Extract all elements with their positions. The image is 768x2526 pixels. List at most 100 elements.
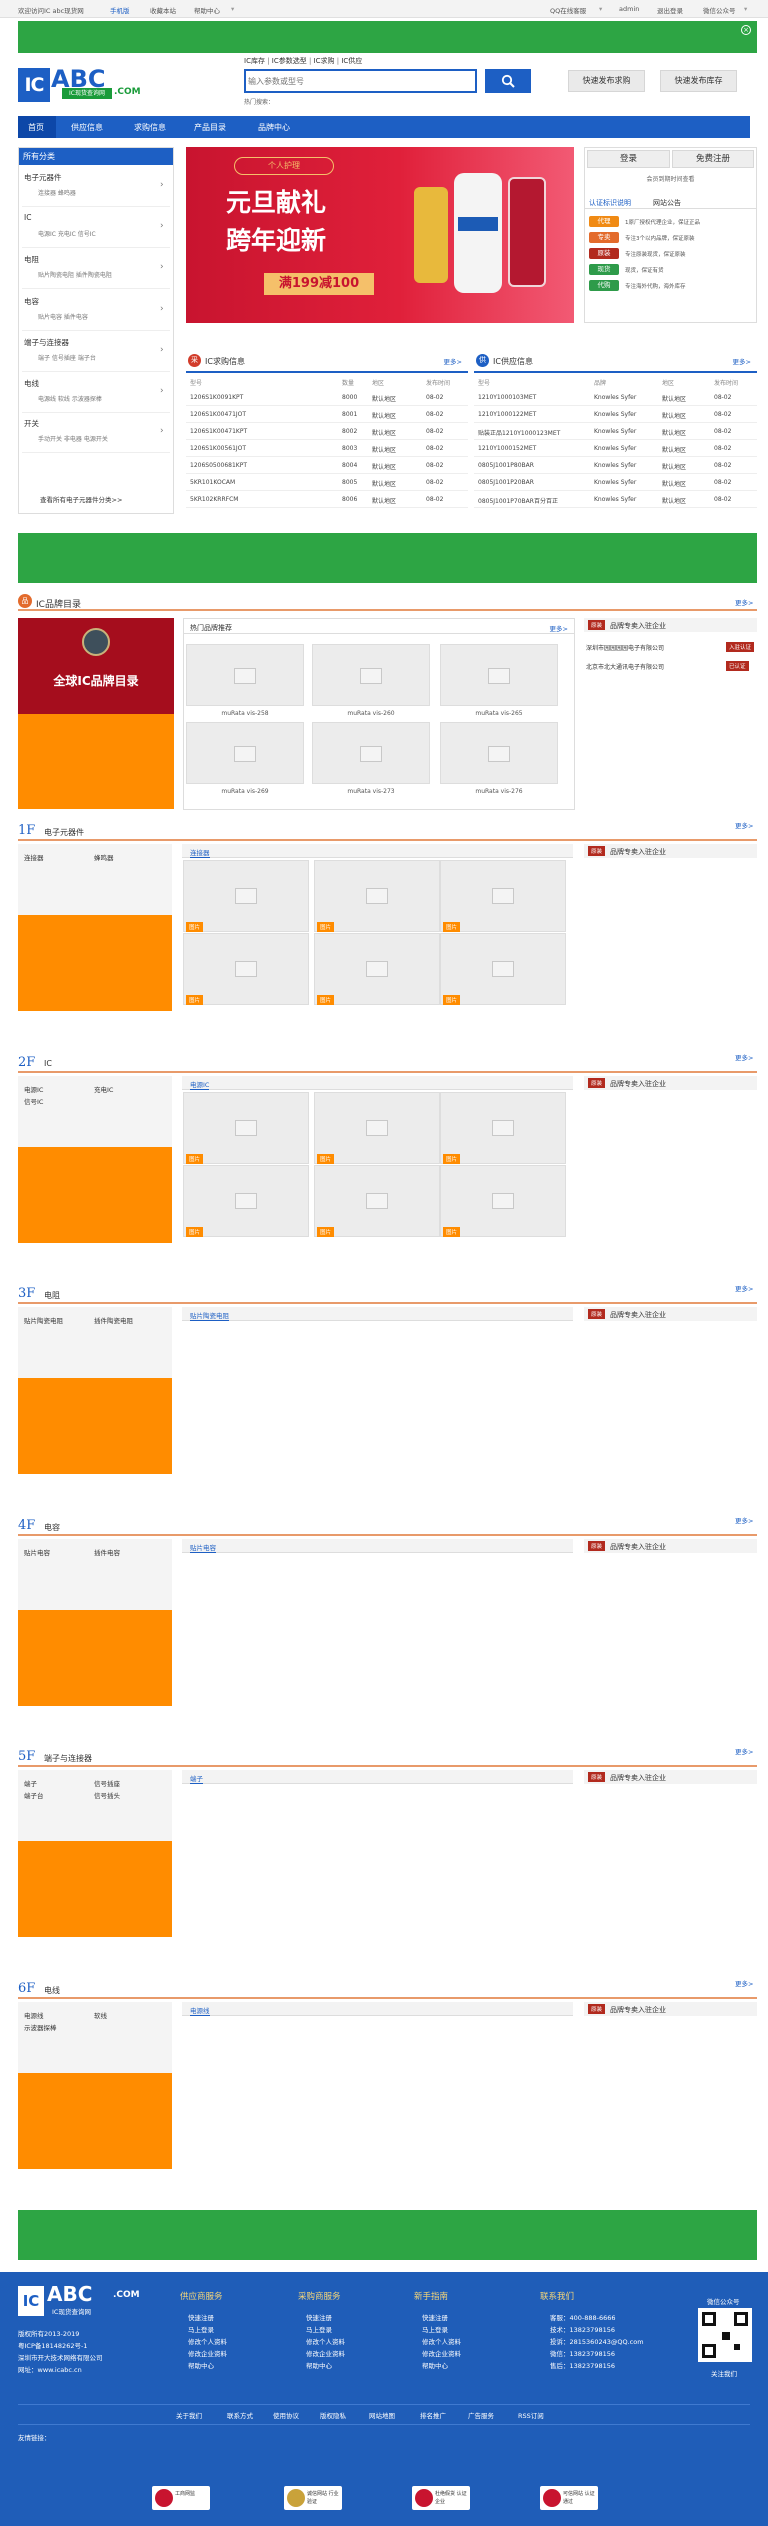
floor-subcategory-link[interactable]: 端子 bbox=[24, 1778, 37, 1788]
bottom-ad-banner[interactable] bbox=[18, 2210, 757, 2260]
footer-link[interactable]: 马上登录 bbox=[188, 2324, 214, 2334]
brand-side-ad[interactable] bbox=[18, 714, 174, 809]
floor-subcategory-link[interactable]: 示波器探棒 bbox=[24, 2022, 57, 2032]
footer-link[interactable]: 修改企业资料 bbox=[306, 2348, 345, 2358]
table-cell[interactable]: 0805J1001P20BAR bbox=[478, 479, 534, 486]
table-cell[interactable]: 1210Y1000152MET bbox=[478, 445, 536, 452]
floor-tab[interactable]: 贴片电容 bbox=[190, 1542, 216, 1553]
brand-name[interactable]: muRata vis-273 bbox=[312, 788, 430, 795]
category-name[interactable]: 端子与连接器 bbox=[24, 337, 69, 348]
floor-side-ad[interactable] bbox=[18, 1147, 172, 1243]
footer-nav-link[interactable]: 广告服务 bbox=[468, 2410, 494, 2420]
floor-subcategory-link[interactable]: 充电IC bbox=[94, 1084, 113, 1094]
vip-company[interactable]: 深圳市园园园园电子有限公司 bbox=[586, 643, 664, 652]
floor-more-link[interactable]: 更多> bbox=[735, 820, 753, 830]
nav-catalog[interactable]: 产品目录 bbox=[194, 122, 226, 133]
brand-logo-tile[interactable] bbox=[186, 722, 304, 784]
search-tab-supply[interactable]: IC供应 bbox=[341, 57, 362, 65]
footer-badge[interactable]: 可信网站 认证通过 bbox=[540, 2486, 598, 2510]
category-name[interactable]: 电容 bbox=[24, 296, 39, 307]
category-name[interactable]: 电阻 bbox=[24, 254, 39, 265]
view-all-categories-link[interactable]: 查看所有电子元器件分类>> bbox=[40, 494, 122, 504]
brand-name[interactable]: muRata vis-265 bbox=[440, 710, 558, 717]
search-input[interactable] bbox=[248, 73, 428, 89]
brand-name[interactable]: muRata vis-269 bbox=[186, 788, 304, 795]
floor-subcategory-link[interactable]: 连接器 bbox=[24, 852, 44, 862]
footer-link[interactable]: 快速注册 bbox=[422, 2312, 448, 2322]
footer-nav-link[interactable]: 排名推广 bbox=[420, 2410, 446, 2420]
footer-link[interactable]: 马上登录 bbox=[306, 2324, 332, 2334]
floor-subcategory-link[interactable]: 信号插头 bbox=[94, 1790, 120, 1800]
footer-nav-link[interactable]: 关于我们 bbox=[176, 2410, 202, 2420]
user-name[interactable]: admin bbox=[619, 5, 639, 13]
floor-subcategory-link[interactable]: 插件电容 bbox=[94, 1547, 120, 1557]
brand-name[interactable]: muRata vis-260 bbox=[312, 710, 430, 717]
footer-badge[interactable]: 诚信网站 行业验证 bbox=[284, 2486, 342, 2510]
table-cell[interactable]: 5KR102KRRFCM bbox=[190, 496, 238, 503]
search-tab-params[interactable]: IC参数选型 bbox=[272, 57, 307, 65]
mid-ad-banner[interactable] bbox=[18, 533, 757, 583]
floor-subcategory-link[interactable]: 蜂鸣器 bbox=[94, 852, 114, 862]
login-button[interactable]: 登录 bbox=[587, 150, 670, 168]
footer-link[interactable]: 帮助中心 bbox=[422, 2360, 448, 2370]
nav-supply[interactable]: 供应信息 bbox=[71, 122, 103, 133]
floor-side-ad[interactable] bbox=[18, 915, 172, 1011]
footer-nav-link[interactable]: 网站地图 bbox=[369, 2410, 395, 2420]
site-logo[interactable]: IC ABC IC现货查询网 .COM bbox=[18, 65, 144, 102]
category-subitems[interactable]: 电源IC 充电IC 信号IC bbox=[38, 229, 96, 238]
hot-brands-more[interactable]: 更多> bbox=[550, 623, 568, 633]
floor-tab[interactable]: 端子 bbox=[190, 1773, 203, 1784]
table-cell[interactable]: 1206S0500681KPT bbox=[190, 462, 247, 469]
floor-tab[interactable]: 贴片陶瓷电阻 bbox=[190, 1310, 229, 1321]
table-cell[interactable]: 贴装正品1210Y1000123MET bbox=[478, 428, 560, 437]
footer-nav-link[interactable]: RSS订阅 bbox=[518, 2410, 544, 2420]
table-cell[interactable]: 1206S1K00471JOT bbox=[190, 411, 246, 418]
floor-subcategory-link[interactable]: 贴片陶瓷电阻 bbox=[24, 1315, 63, 1325]
floor-side-ad[interactable] bbox=[18, 1841, 172, 1937]
footer-nav-link[interactable]: 版权隐私 bbox=[320, 2410, 346, 2420]
floor-subcategory-link[interactable]: 软线 bbox=[94, 2010, 107, 2020]
table-cell[interactable]: 0805J1001P80BAR bbox=[478, 462, 534, 469]
floor-more-link[interactable]: 更多> bbox=[735, 1515, 753, 1525]
floor-subcategory-link[interactable]: 电源IC bbox=[24, 1084, 43, 1094]
vip-company[interactable]: 北京市北大通讯电子有限公司 bbox=[586, 662, 664, 671]
footer-nav-link[interactable]: 联系方式 bbox=[227, 2410, 253, 2420]
brands-more-link[interactable]: 更多> bbox=[735, 597, 753, 607]
nav-purchase[interactable]: 求购信息 bbox=[134, 122, 166, 133]
table-cell[interactable]: 1206S1K00471KPT bbox=[190, 428, 247, 435]
floor-more-link[interactable]: 更多> bbox=[735, 1052, 753, 1062]
table-cell[interactable]: 1206S1K00561JOT bbox=[190, 445, 246, 452]
floor-side-ad[interactable] bbox=[18, 1378, 172, 1474]
floor-subcategory-link[interactable]: 插件陶瓷电阻 bbox=[94, 1315, 133, 1325]
floor-subcategory-link[interactable]: 信号IC bbox=[24, 1096, 43, 1106]
table-cell[interactable]: 1210Y1000103MET bbox=[478, 394, 536, 401]
qq-service-link[interactable]: QQ在线客服 bbox=[550, 5, 586, 15]
floor-more-link[interactable]: 更多> bbox=[735, 1746, 753, 1756]
wechat-link[interactable]: 微信公众号 bbox=[703, 5, 736, 15]
footer-link[interactable]: 帮助中心 bbox=[306, 2360, 332, 2370]
brand-logo-tile[interactable] bbox=[186, 644, 304, 706]
table-cell[interactable]: 0805J1001P70BAR百分百正 bbox=[478, 496, 558, 505]
brand-name[interactable]: muRata vis-258 bbox=[186, 710, 304, 717]
top-ad-banner[interactable]: × bbox=[18, 21, 757, 53]
brand-logo-tile[interactable] bbox=[440, 644, 558, 706]
floor-tab[interactable]: 电源线 bbox=[190, 2005, 210, 2016]
table-cell[interactable]: 1210Y1000122MET bbox=[478, 411, 536, 418]
search-button[interactable] bbox=[485, 69, 531, 93]
mobile-link[interactable]: 手机版 bbox=[110, 5, 130, 15]
brand-logo-tile[interactable] bbox=[440, 722, 558, 784]
brand-name[interactable]: muRata vis-276 bbox=[440, 788, 558, 795]
category-subitems[interactable]: 贴片陶瓷电阻 插件陶瓷电阻 bbox=[38, 270, 112, 279]
category-name[interactable]: 开关 bbox=[24, 418, 39, 429]
logout-link[interactable]: 退出登录 bbox=[657, 5, 683, 15]
brand-catalog-banner[interactable]: 全球IC品牌目录 bbox=[18, 618, 174, 714]
footer-link[interactable]: 马上登录 bbox=[422, 2324, 448, 2334]
nav-home[interactable]: 首页 bbox=[28, 122, 44, 133]
floor-side-ad[interactable] bbox=[18, 2073, 172, 2169]
favorites-link[interactable]: 收藏本站 bbox=[150, 5, 176, 15]
floor-subcategory-link[interactable]: 贴片电容 bbox=[24, 1547, 50, 1557]
register-button[interactable]: 免费注册 bbox=[672, 150, 754, 168]
footer-link[interactable]: 修改企业资料 bbox=[422, 2348, 461, 2358]
post-stock-button[interactable]: 快速发布库存 bbox=[660, 70, 737, 92]
help-link[interactable]: 帮助中心 bbox=[194, 5, 220, 15]
